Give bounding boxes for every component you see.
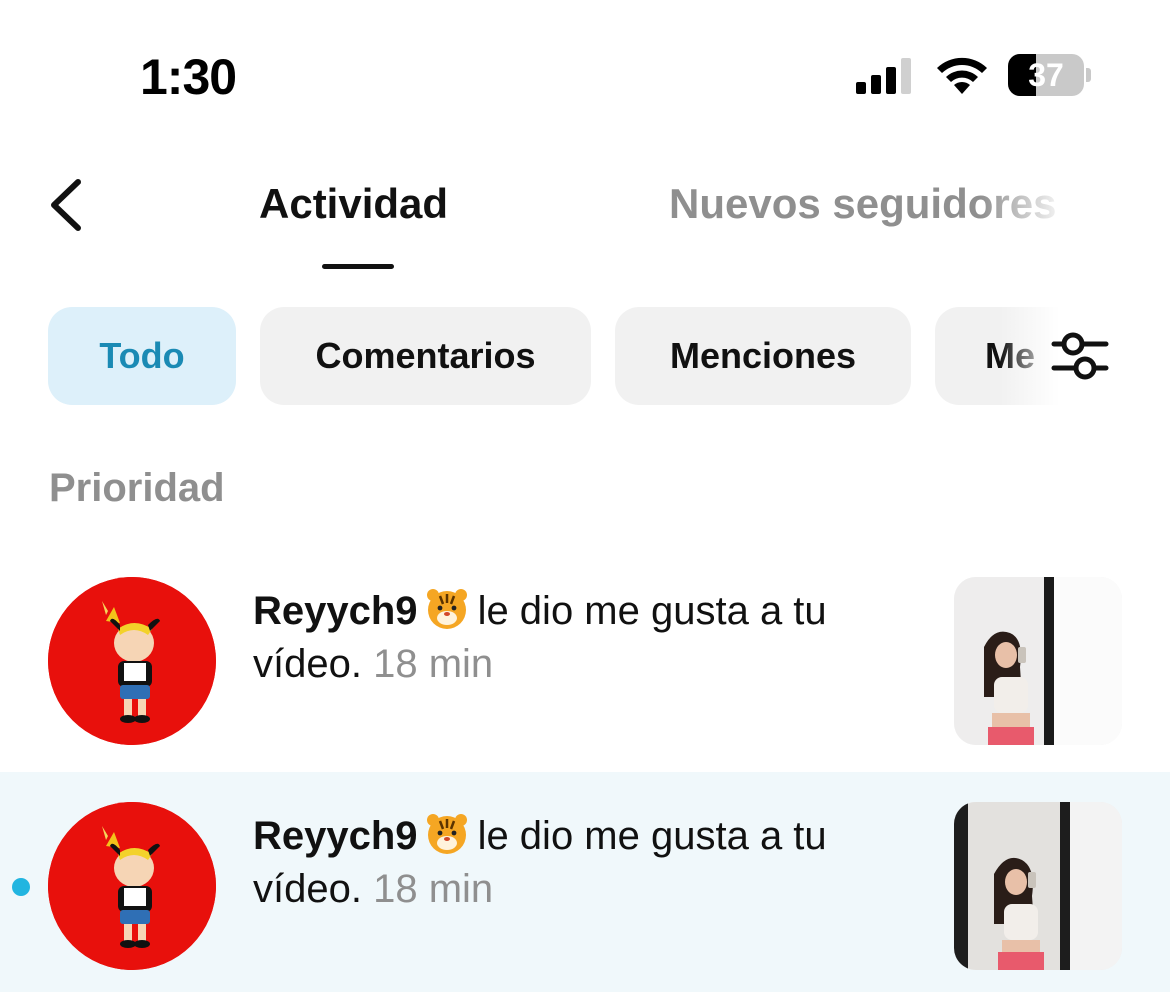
tab-fade [980, 170, 1090, 250]
battery-icon: 37 [1008, 54, 1084, 96]
activity-row[interactable]: Reyych9 le dio me gusta a tu vídeo. 18 m… [0, 772, 1170, 992]
username[interactable]: Reyych9 [253, 589, 418, 633]
video-thumbnail[interactable] [954, 802, 1122, 970]
tiger-face-emoji-icon [426, 589, 467, 629]
active-tab-indicator [322, 264, 394, 269]
chevron-left-icon [51, 179, 81, 231]
back-button[interactable] [40, 172, 96, 238]
cartoon-avatar-image [48, 802, 216, 970]
cellular-signal-icon [856, 58, 914, 94]
activity-screen: 1:30 37 Actividad Nuevos seguidores Todo… [0, 0, 1170, 992]
battery-level: 37 [1028, 57, 1064, 93]
chip-todo[interactable]: Todo [48, 307, 236, 405]
sliders-icon [1051, 332, 1109, 380]
chip-menciones[interactable]: Menciones [615, 307, 911, 405]
avatar[interactable] [48, 802, 216, 970]
wifi-icon [937, 57, 987, 94]
activity-row[interactable]: Reyych9 le dio me gusta a tu vídeo. 18 m… [0, 547, 1170, 769]
activity-text: Reyych9 le dio me gusta a tu vídeo. 18 m… [253, 810, 923, 916]
chip-comentarios[interactable]: Comentarios [260, 307, 591, 405]
video-thumbnail-image [954, 577, 1122, 745]
video-thumbnail[interactable] [954, 577, 1122, 745]
section-title: Prioridad [49, 466, 225, 510]
tiger-face-emoji-icon [426, 814, 467, 854]
status-time: 1:30 [140, 49, 237, 105]
activity-time: 18 min [373, 867, 494, 911]
unread-dot [12, 878, 30, 896]
battery-cap [1086, 68, 1091, 82]
username[interactable]: Reyych9 [253, 814, 418, 858]
video-thumbnail-image [954, 802, 1122, 970]
tab-actividad[interactable]: Actividad [259, 180, 448, 228]
activity-text: Reyych9 le dio me gusta a tu vídeo. 18 m… [253, 585, 923, 691]
cartoon-avatar-image [48, 577, 216, 745]
avatar[interactable] [48, 577, 216, 745]
filter-button[interactable] [1050, 330, 1110, 382]
activity-time: 18 min [373, 642, 494, 686]
